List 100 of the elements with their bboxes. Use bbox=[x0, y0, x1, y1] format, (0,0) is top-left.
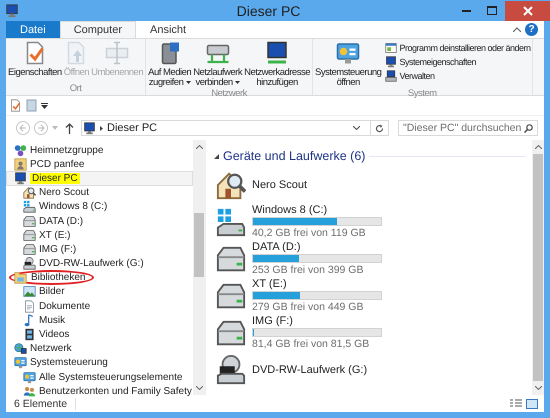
up-arrow-icon[interactable] bbox=[65, 122, 74, 134]
close-button[interactable] bbox=[505, 0, 550, 20]
tree-item-label[interactable]: Videos bbox=[39, 329, 70, 340]
ribbon-group-label: Netzwerk bbox=[210, 88, 248, 100]
address-bar[interactable]: Dieser PC bbox=[81, 120, 389, 136]
collapse-ribbon-icon[interactable] bbox=[513, 27, 521, 32]
drive-name[interactable]: DATA (D:) bbox=[252, 241, 382, 253]
users-icon bbox=[23, 384, 36, 398]
computer-tools-icon bbox=[385, 70, 398, 82]
control-panel-icon bbox=[14, 356, 27, 370]
tree-item-label[interactable]: Musik bbox=[39, 314, 66, 326]
homegroup-icon bbox=[14, 144, 27, 157]
collapse-triangle-icon[interactable] bbox=[214, 154, 219, 158]
details-view-icon[interactable] bbox=[510, 398, 522, 408]
chevron-icon bbox=[100, 126, 103, 130]
tree-item-label[interactable]: IMG (F:) bbox=[39, 244, 76, 255]
scroll-up-icon[interactable] bbox=[196, 145, 202, 149]
control-panel-icon bbox=[336, 41, 360, 65]
scrollbar[interactable] bbox=[532, 140, 544, 395]
tree-item-label[interactable]: DATA (D:) bbox=[39, 216, 84, 227]
scroll-down-icon[interactable] bbox=[534, 386, 542, 390]
user-folder-icon bbox=[14, 158, 27, 171]
large-icons-view-icon[interactable] bbox=[526, 398, 538, 408]
device-name[interactable]: Nero Scout bbox=[252, 178, 308, 190]
tree-item-label[interactable]: Nero Scout bbox=[39, 187, 90, 198]
breadcrumb[interactable]: Dieser PC bbox=[107, 122, 349, 134]
tree-item-label[interactable]: Bilder bbox=[39, 286, 65, 298]
drive-name[interactable]: IMG (F:) bbox=[252, 315, 382, 327]
rename-icon bbox=[105, 41, 130, 65]
ribbon-button[interactable]: Eigenschaften bbox=[7, 41, 63, 83]
dropdown-icon[interactable] bbox=[353, 126, 360, 130]
scrollbar[interactable] bbox=[193, 140, 205, 395]
ribbon-button[interactable]: Netzlaufwerk verbinden bbox=[192, 41, 244, 88]
hard-drive-icon bbox=[23, 228, 36, 242]
globe-monitor-icon bbox=[14, 342, 27, 356]
library-folder-icon bbox=[14, 271, 27, 284]
monitor-icon bbox=[14, 172, 27, 185]
music-note-icon bbox=[23, 314, 36, 327]
windows-drive-icon bbox=[216, 206, 246, 236]
device-name[interactable]: DVD-RW-Laufwerk (G:) bbox=[252, 364, 368, 376]
section-header[interactable]: Geräte und Laufwerke (6) bbox=[223, 149, 366, 163]
ribbon-group-label: System bbox=[406, 88, 438, 100]
house-magnifier-icon bbox=[23, 186, 36, 200]
dvd-drive-icon bbox=[23, 257, 36, 270]
windows-drive-icon bbox=[23, 200, 36, 214]
scroll-up-icon[interactable] bbox=[534, 145, 542, 149]
close-icon bbox=[522, 6, 532, 16]
dvd-drive-icon bbox=[216, 354, 246, 384]
free-space-text: 279 GB frei von 449 GB bbox=[252, 301, 364, 313]
ribbon-tab[interactable]: Datei bbox=[6, 21, 60, 38]
scrollbar-thumb[interactable] bbox=[533, 154, 543, 381]
monitor-icon bbox=[83, 122, 96, 134]
tree-item-label[interactable]: Benutzerkonten und Family Safety bbox=[39, 386, 192, 397]
tree-item-label[interactable]: XT (E:) bbox=[39, 230, 70, 241]
ribbon-button[interactable]: Auf Medien zugreifen bbox=[147, 41, 192, 88]
tree-item-label[interactable]: Dokumente bbox=[39, 300, 90, 312]
tree-item-label[interactable]: Netzwerk bbox=[30, 343, 72, 354]
picture-icon bbox=[23, 285, 36, 298]
monitor-icon bbox=[385, 56, 398, 68]
ribbon-small-button[interactable]: Programm deinstallieren oder ändern bbox=[385, 41, 531, 54]
scroll-down-icon[interactable] bbox=[196, 386, 202, 390]
ribbon-tab[interactable]: Computer bbox=[60, 21, 136, 38]
search-icon bbox=[524, 124, 533, 132]
document-check-icon bbox=[9, 99, 22, 112]
document-icon bbox=[23, 300, 36, 313]
monitor-icon bbox=[5, 4, 19, 18]
maximize-icon bbox=[487, 6, 497, 15]
ribbon-button[interactable]: Systemsteuerung öffnen bbox=[314, 41, 382, 88]
ribbon-tab[interactable]: Ansicht bbox=[136, 21, 200, 38]
window-title: Dieser PC bbox=[236, 2, 302, 18]
minimize-icon bbox=[462, 10, 470, 12]
ribbon-small-button[interactable]: Systemeigenschaften bbox=[385, 55, 531, 68]
help-icon[interactable]: ? bbox=[525, 23, 538, 36]
free-space-text: 253 GB frei von 399 GB bbox=[252, 264, 364, 276]
tree-item-label[interactable]: Bibliotheken bbox=[31, 272, 86, 284]
tree-item-label[interactable]: Alle Systemsteuerungselemente bbox=[39, 372, 182, 383]
ribbon-small-button[interactable]: Verwalten bbox=[385, 69, 531, 82]
tree-item-label[interactable]: Dieser PC bbox=[30, 172, 80, 184]
program-window-icon bbox=[385, 42, 398, 54]
tree-item-label[interactable]: Heimnetzgruppe bbox=[30, 144, 104, 156]
search-field[interactable]: "Dieser PC" durchsuchen bbox=[398, 120, 538, 136]
ribbon-button[interactable]: Netzwerkadresse hinzufügen bbox=[243, 41, 311, 88]
tree-item-label[interactable]: Windows 8 (C:) bbox=[39, 201, 108, 212]
hard-drive-icon bbox=[23, 214, 36, 228]
scrollbar-thumb[interactable] bbox=[194, 213, 204, 277]
tree-item-label[interactable]: Systemsteuerung bbox=[30, 357, 108, 368]
drive-name[interactable]: Windows 8 (C:) bbox=[252, 204, 382, 216]
film-icon bbox=[23, 328, 36, 342]
hard-drive-icon bbox=[23, 242, 36, 256]
forward-arrow-icon bbox=[37, 124, 45, 132]
refresh-icon[interactable] bbox=[375, 124, 384, 132]
ribbon-group-label: Ort bbox=[68, 83, 83, 95]
house-magnifier-icon bbox=[216, 170, 246, 200]
tree-item-label[interactable]: DVD-RW-Laufwerk (G:) bbox=[39, 258, 144, 270]
free-space-text: 40,2 GB frei von 119 GB bbox=[252, 227, 367, 239]
network-monitor-icon bbox=[265, 41, 290, 65]
customize-toolbar-icon[interactable] bbox=[41, 102, 48, 108]
drive-name[interactable]: XT (E:) bbox=[252, 278, 382, 290]
control-panel-icon bbox=[23, 370, 36, 384]
tree-item-label[interactable]: PCD panfee bbox=[30, 158, 84, 170]
